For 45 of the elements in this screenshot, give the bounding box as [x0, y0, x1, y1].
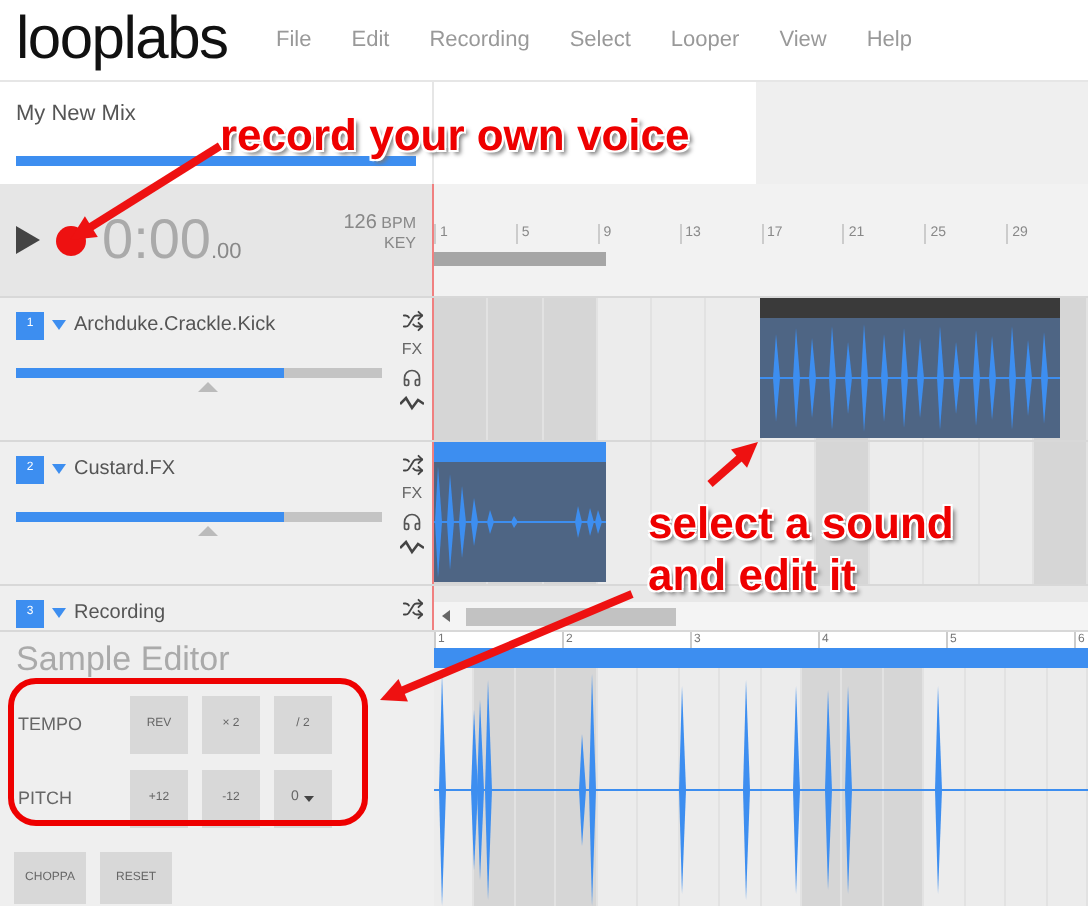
- fx-button[interactable]: FX: [401, 484, 423, 504]
- play-icon[interactable]: [16, 226, 40, 254]
- shuffle-icon[interactable]: [401, 310, 423, 332]
- menu-item[interactable]: Looper: [650, 23, 760, 57]
- pan-marker-icon[interactable]: [198, 382, 218, 392]
- shuffle-icon[interactable]: [401, 454, 423, 476]
- caret-down-icon[interactable]: [52, 320, 66, 330]
- key-label: KEY: [383, 234, 416, 254]
- horizontal-scrollbar[interactable]: [434, 602, 1088, 630]
- pan-marker-icon[interactable]: [198, 526, 218, 536]
- caret-down-icon: [304, 796, 315, 802]
- envelope-icon[interactable]: [400, 396, 424, 412]
- menu-item[interactable]: Select: [549, 23, 651, 57]
- menu-item[interactable]: View: [759, 23, 847, 57]
- logo: looplabs: [16, 10, 230, 70]
- headphones-icon[interactable]: [402, 368, 422, 388]
- tempo-readout: 126 BPM: [343, 214, 416, 234]
- menu-item[interactable]: Recording: [409, 23, 550, 57]
- row-label: PITCH: [18, 785, 74, 812]
- annotation-text: select a sound and edit it: [648, 498, 954, 602]
- menu-item[interactable]: File: [256, 23, 332, 57]
- annotation-text: record your own voice: [220, 110, 690, 162]
- track-name: Recording: [74, 600, 166, 628]
- shuffle-icon[interactable]: [401, 598, 423, 620]
- scroll-left-icon[interactable]: [442, 610, 450, 622]
- time-fraction: .00: [211, 237, 242, 267]
- volume-slider[interactable]: [16, 368, 382, 378]
- time-display: 0:00: [102, 212, 211, 268]
- mix-title: My New Mix: [16, 100, 138, 130]
- panel-title: Sample Editor: [16, 640, 232, 680]
- volume-slider[interactable]: [16, 512, 382, 522]
- menu-item[interactable]: Help: [846, 23, 932, 57]
- audio-clip[interactable]: [434, 442, 606, 582]
- menu-item[interactable]: Edit: [331, 23, 410, 57]
- track-name: Archduke.Crackle.Kick: [74, 312, 276, 340]
- track-name: Custard.FX: [74, 456, 176, 484]
- row-label: TEMPO: [18, 711, 85, 738]
- fx-button[interactable]: FX: [401, 340, 423, 360]
- envelope-icon[interactable]: [400, 540, 424, 556]
- sample-waveform[interactable]: [434, 668, 1088, 906]
- audio-clip[interactable]: [760, 298, 1060, 438]
- arrow: [707, 442, 758, 487]
- caret-down-icon[interactable]: [52, 464, 66, 474]
- headphones-icon[interactable]: [402, 512, 422, 532]
- caret-down-icon[interactable]: [52, 608, 66, 618]
